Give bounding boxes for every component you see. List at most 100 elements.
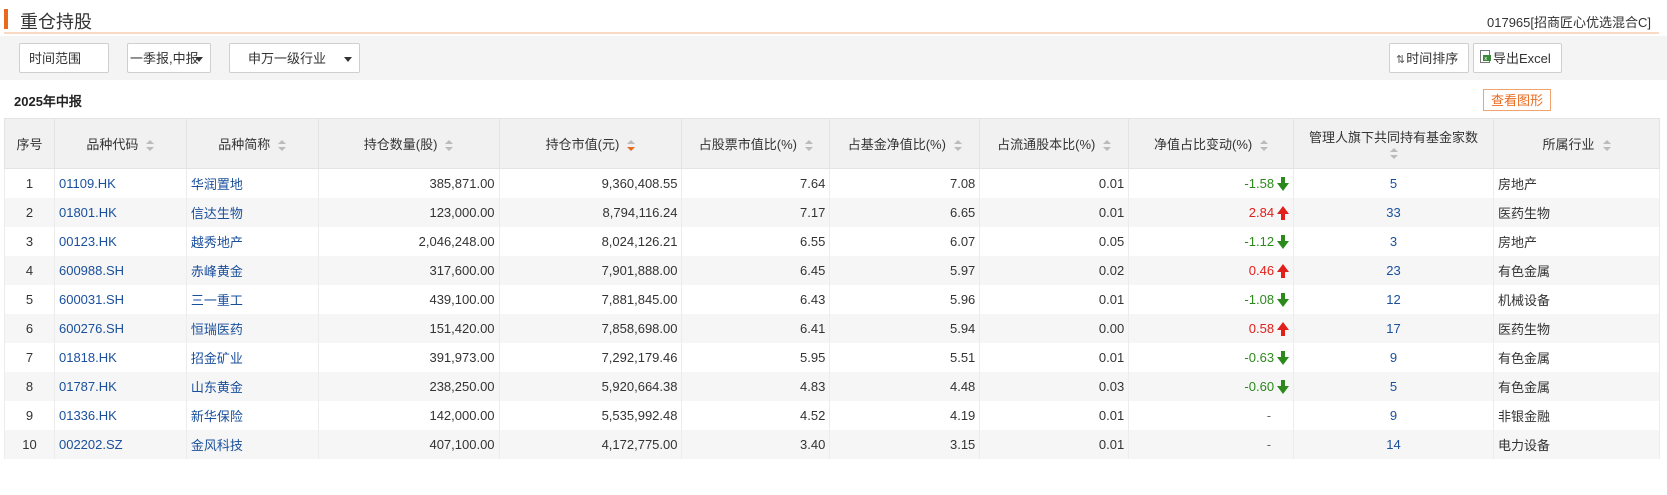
stock-code-link[interactable]: 01787.HK bbox=[53, 372, 187, 401]
column-header-market-value[interactable]: 持仓市值(元) bbox=[498, 118, 683, 169]
stock-name-link[interactable]: 恒瑞医药 bbox=[185, 314, 319, 343]
sort-icon[interactable] bbox=[1103, 139, 1112, 152]
table-row: 2 01801.HK 信达生物 123,000.00 8,794,116.24 7.17 6… bbox=[4, 198, 1660, 227]
sort-desc-icon[interactable] bbox=[627, 139, 636, 152]
export-excel-button[interactable]: x 导出Excel bbox=[1473, 43, 1562, 73]
stock-code-link[interactable]: 01109.HK bbox=[53, 168, 187, 198]
holdings-table: 序号 品种代码 品种简称 持仓数量(股) 持仓市值(元) 占股票市值比(%) 占… bbox=[4, 118, 1660, 459]
stock-code-link[interactable]: 01336.HK bbox=[53, 401, 187, 430]
section-title: 重仓持股 bbox=[20, 12, 92, 32]
column-header-nav-pct[interactable]: 占基金净值比(%) bbox=[829, 118, 981, 169]
row-number: 2 bbox=[4, 198, 55, 227]
holding-quantity: 151,420.00 bbox=[317, 314, 500, 343]
sort-icon[interactable] bbox=[146, 139, 155, 152]
fund-count-link[interactable]: 9 bbox=[1293, 343, 1495, 372]
sort-icon[interactable] bbox=[278, 139, 287, 152]
stock-name-link[interactable]: 赤峰黄金 bbox=[185, 256, 319, 285]
stock-value-pct: 7.64 bbox=[681, 168, 831, 198]
column-header-code[interactable]: 品种代码 bbox=[53, 118, 187, 169]
arrow-down-icon bbox=[1277, 235, 1290, 250]
fund-count-link[interactable]: 3 bbox=[1293, 227, 1495, 256]
column-header-name[interactable]: 品种简称 bbox=[185, 118, 319, 169]
fund-count-link[interactable]: 14 bbox=[1293, 430, 1495, 459]
stock-name-link[interactable]: 三一重工 bbox=[185, 285, 319, 314]
nav-pct-change: 0.46 bbox=[1128, 256, 1295, 285]
industry: 房地产 bbox=[1493, 168, 1660, 198]
stock-value-pct: 6.43 bbox=[681, 285, 831, 314]
sort-icon[interactable] bbox=[445, 139, 454, 152]
holding-quantity: 439,100.00 bbox=[317, 285, 500, 314]
float-share-pct: 0.01 bbox=[979, 430, 1130, 459]
fund-count-link[interactable]: 9 bbox=[1293, 401, 1495, 430]
stock-name-link[interactable]: 华润置地 bbox=[185, 168, 319, 198]
industry-select[interactable]: 申万一级行业 bbox=[229, 43, 360, 73]
industry: 非银金融 bbox=[1493, 401, 1660, 430]
row-number: 10 bbox=[4, 430, 55, 459]
stock-code-link[interactable]: 00123.HK bbox=[53, 227, 187, 256]
arrow-up-icon bbox=[1277, 322, 1290, 337]
stock-value-pct: 6.55 bbox=[681, 227, 831, 256]
arrow-up-icon bbox=[1277, 264, 1290, 279]
excel-icon: x bbox=[1480, 45, 1492, 72]
fund-count-link[interactable]: 5 bbox=[1293, 168, 1495, 198]
holding-market-value: 9,360,408.55 bbox=[498, 168, 683, 198]
view-chart-button[interactable]: 查看图形 bbox=[1483, 89, 1551, 111]
row-number: 5 bbox=[4, 285, 55, 314]
fund-count-link[interactable]: 23 bbox=[1293, 256, 1495, 285]
holding-quantity: 317,600.00 bbox=[317, 256, 500, 285]
stock-code-link[interactable]: 01818.HK bbox=[53, 343, 187, 372]
stock-name-link[interactable]: 招金矿业 bbox=[185, 343, 319, 372]
float-share-pct: 0.01 bbox=[979, 168, 1130, 198]
nav-pct: 4.48 bbox=[829, 372, 981, 401]
stock-name-link[interactable]: 信达生物 bbox=[185, 198, 319, 227]
column-header-industry[interactable]: 所属行业 bbox=[1493, 118, 1660, 169]
holding-market-value: 8,024,126.21 bbox=[498, 227, 683, 256]
nav-pct: 4.19 bbox=[829, 401, 981, 430]
fund-count-link[interactable]: 17 bbox=[1293, 314, 1495, 343]
stock-code-link[interactable]: 600988.SH bbox=[53, 256, 187, 285]
fund-count-link[interactable]: 12 bbox=[1293, 285, 1495, 314]
stock-code-link[interactable]: 600276.SH bbox=[53, 314, 187, 343]
time-range-button[interactable]: 时间范围 bbox=[19, 43, 109, 73]
column-header-change[interactable]: 净值占比变动(%) bbox=[1128, 118, 1295, 169]
industry: 有色金属 bbox=[1493, 372, 1660, 401]
column-header-stock-pct[interactable]: 占股票市值比(%) bbox=[681, 118, 831, 169]
report-period-select[interactable]: 一季报,中报 bbox=[127, 43, 211, 73]
stock-name-link[interactable]: 越秀地产 bbox=[185, 227, 319, 256]
nav-pct: 5.94 bbox=[829, 314, 981, 343]
stock-code-link[interactable]: 01801.HK bbox=[53, 198, 187, 227]
time-sort-button[interactable]: ⇅时间排序 bbox=[1389, 43, 1469, 73]
stock-value-pct: 7.17 bbox=[681, 198, 831, 227]
float-share-pct: 0.05 bbox=[979, 227, 1130, 256]
stock-code-link[interactable]: 600031.SH bbox=[53, 285, 187, 314]
row-number: 9 bbox=[4, 401, 55, 430]
stock-name-link[interactable]: 山东黄金 bbox=[185, 372, 319, 401]
sort-icon[interactable] bbox=[805, 139, 814, 152]
fund-name: 017965[招商匠心优选混合C] bbox=[1487, 15, 1651, 30]
row-number: 6 bbox=[4, 314, 55, 343]
arrow-up-icon bbox=[1277, 206, 1290, 221]
sort-icon[interactable] bbox=[1602, 139, 1611, 152]
stock-name-link[interactable]: 新华保险 bbox=[185, 401, 319, 430]
column-header-quantity[interactable]: 持仓数量(股) bbox=[317, 118, 500, 169]
stock-code-link[interactable]: 002202.SZ bbox=[53, 430, 187, 459]
stock-name-link[interactable]: 金风科技 bbox=[185, 430, 319, 459]
fund-count-link[interactable]: 5 bbox=[1293, 372, 1495, 401]
column-header-fund-count[interactable]: 管理人旗下共同持有基金家数 bbox=[1293, 118, 1495, 169]
column-header-no: 序号 bbox=[4, 118, 55, 169]
holding-market-value: 5,920,664.38 bbox=[498, 372, 683, 401]
fund-count-link[interactable]: 33 bbox=[1293, 198, 1495, 227]
industry: 机械设备 bbox=[1493, 285, 1660, 314]
float-share-pct: 0.00 bbox=[979, 314, 1130, 343]
column-header-float-pct[interactable]: 占流通股本比(%) bbox=[979, 118, 1130, 169]
sort-icon[interactable] bbox=[1389, 148, 1398, 160]
sort-icon[interactable] bbox=[1260, 139, 1269, 152]
nav-pct: 5.51 bbox=[829, 343, 981, 372]
table-row: 3 00123.HK 越秀地产 2,046,248.00 8,024,126.21 6.5… bbox=[4, 227, 1660, 256]
sort-icon[interactable] bbox=[953, 139, 962, 152]
table-row: 8 01787.HK 山东黄金 238,250.00 5,920,664.38 4.83 4… bbox=[4, 372, 1660, 401]
nav-pct-change: 2.84 bbox=[1128, 198, 1295, 227]
industry: 有色金属 bbox=[1493, 256, 1660, 285]
arrow-down-icon bbox=[1277, 351, 1290, 366]
nav-pct-change: -1.12 bbox=[1128, 227, 1295, 256]
